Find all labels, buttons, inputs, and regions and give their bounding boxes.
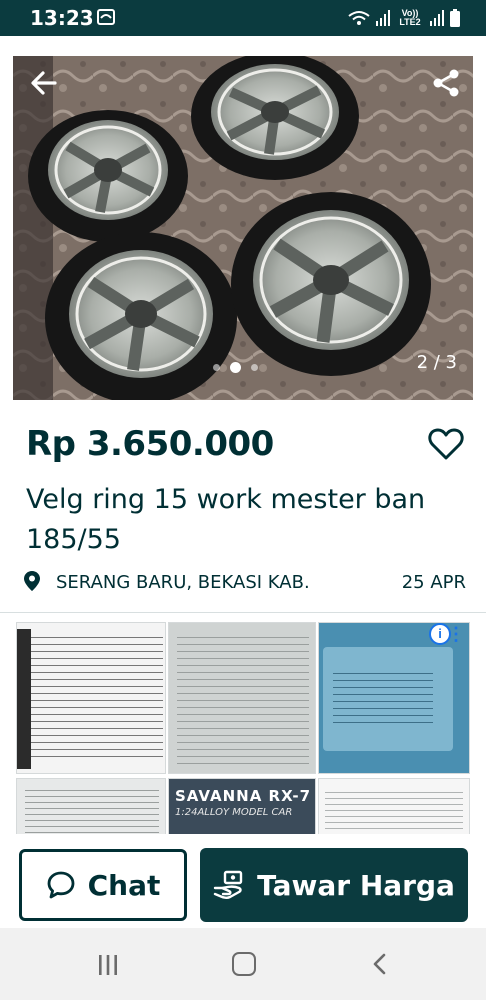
listing-price: Rp 3.650.000 [26, 424, 274, 464]
listing-photo [13, 56, 473, 400]
ad-thumbnail[interactable] [168, 622, 316, 774]
gallery-dots [213, 362, 258, 373]
wheel [191, 56, 359, 180]
ad-thumbnail[interactable] [16, 622, 166, 774]
ad-savanna-subtitle: 1:24ALLOY MODEL CAR [175, 807, 293, 818]
share-icon[interactable] [429, 66, 463, 100]
action-bar: Chat Tawar Harga [0, 836, 486, 928]
ad-menu-icon[interactable]: ⋮ [447, 625, 465, 643]
wheel [28, 110, 188, 242]
location-pin-icon [24, 571, 40, 591]
volte-label: Vo)) LTE2 [399, 8, 421, 27]
listing-title: Velg ring 15 work mester ban 185/55 [26, 484, 426, 555]
ad-thumbnail[interactable] [16, 778, 166, 834]
recents-icon[interactable] [96, 954, 120, 976]
back-nav-icon[interactable] [370, 952, 390, 976]
gallery-dot[interactable] [251, 364, 258, 371]
photo-gallery[interactable]: 2 / 3 [13, 56, 473, 400]
hand-money-icon [213, 870, 243, 900]
ad-thumbnail[interactable]: SAVANNA RX-7 1:24ALLOY MODEL CAR [168, 778, 316, 834]
battery-icon [450, 9, 460, 27]
ad-thumbnail[interactable]: i ⋮ [318, 622, 470, 774]
system-nav-bar [0, 928, 486, 1000]
status-indicators: Vo)) LTE2 [348, 8, 460, 28]
wifi-icon [348, 11, 370, 25]
signal-icon-1 [376, 10, 390, 26]
ad-savanna-title: SAVANNA RX-7 [175, 787, 312, 805]
ad-banner[interactable]: i ⋮ SAVANNA RX-7 1:24ALLOY MODEL CAR [16, 622, 470, 834]
gallery-dot-active[interactable] [230, 362, 241, 373]
chat-button[interactable]: Chat [19, 849, 187, 921]
listing-date: 25 APR [401, 572, 466, 593]
divider [0, 612, 486, 613]
chat-label: Chat [87, 868, 161, 902]
listing-location: SERANG BARU, BEKASI KAB. [56, 572, 310, 593]
offer-button[interactable]: Tawar Harga [200, 848, 468, 922]
offer-label: Tawar Harga [257, 868, 455, 902]
status-bar: 13:23 Vo)) LTE2 [0, 0, 486, 36]
gallery-dot[interactable] [213, 364, 220, 371]
gallery-counter: 2 / 3 [416, 352, 457, 373]
home-icon[interactable] [232, 952, 256, 976]
status-time: 13:23 [30, 6, 94, 30]
wheel [45, 232, 237, 400]
notification-icon [97, 9, 115, 25]
ad-table-graphic [31, 631, 163, 757]
ad-thumbnail[interactable] [318, 778, 470, 834]
heart-outline-icon[interactable] [428, 427, 464, 461]
signal-icon-2 [430, 10, 444, 26]
chat-bubble-icon [47, 871, 75, 899]
arrow-left-icon[interactable] [27, 66, 61, 100]
wheel [231, 192, 431, 376]
